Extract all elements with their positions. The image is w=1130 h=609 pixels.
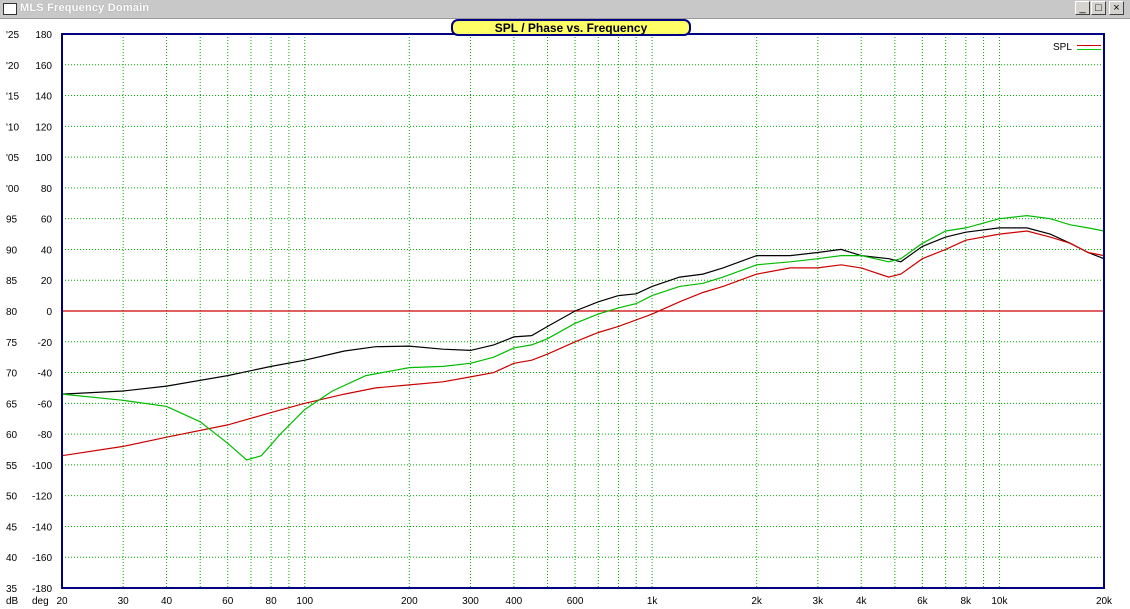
- left-axis-tick-label: 70: [6, 369, 18, 380]
- x-axis-tick-label: 3k: [813, 596, 825, 607]
- maximize-button[interactable]: □: [1091, 1, 1106, 15]
- legend-entry-spl: SPL: [1053, 42, 1072, 53]
- spl-phase-chart: '25 '20 '15 '10 '05 '00 95 90 85 80 75 70 65 60 55 50 45…: [6, 30, 1113, 607]
- x-axis-tick-label: 4k: [856, 596, 868, 607]
- left-axis-tick-label: 80: [6, 307, 18, 318]
- right-axis-tick-label: -80: [38, 430, 53, 441]
- right-axis-tick-label: 60: [41, 215, 53, 226]
- left-axis-ticks: '25 '20 '15 '10 '05 '00 95 90 85 80 75 70 65 60 55 50 45…: [6, 30, 19, 595]
- chart-series: [61, 214, 1105, 461]
- x-axis-tick-label: 10k: [991, 596, 1008, 607]
- left-axis-tick-label: 45: [6, 522, 18, 533]
- legend-swatch-green: [1077, 49, 1101, 50]
- x-axis-tick-label: 1k: [647, 596, 659, 607]
- right-axis-tick-label: 120: [35, 122, 52, 133]
- right-axis-tick-label: -160: [32, 553, 52, 564]
- x-axis-tick-label: 80: [266, 596, 278, 607]
- right-axis-tick-label: -140: [32, 522, 52, 533]
- right-axis-tick-label: 160: [35, 61, 52, 72]
- series-line-2: [61, 214, 1105, 461]
- x-axis-ticks: 20 30 40 60 80 100 200 300 400 600 1k 2k 3k 4k 6k 8k 10k…: [56, 596, 1113, 607]
- left-axis-label: dB: [6, 596, 19, 607]
- left-axis-tick-label: '15: [6, 92, 19, 103]
- right-axis-tick-label: 100: [35, 153, 52, 164]
- x-axis-tick-label: 20k: [1096, 596, 1113, 607]
- x-axis-tick-label: 8k: [961, 596, 973, 607]
- left-axis-tick-label: '10: [6, 122, 19, 133]
- left-axis-tick-label: 50: [6, 492, 18, 503]
- right-axis-label: deg: [32, 596, 49, 607]
- x-axis-tick-label: 200: [401, 596, 418, 607]
- right-axis-tick-label: -120: [32, 492, 52, 503]
- x-axis-tick-label: 30: [118, 596, 130, 607]
- left-axis-tick-label: 55: [6, 461, 18, 472]
- series-line-1: [61, 230, 1105, 457]
- close-button[interactable]: ×: [1109, 1, 1124, 15]
- right-axis-tick-label: 180: [35, 30, 52, 41]
- window-titlebar: MLS Frequency Domain _ □ ×: [0, 0, 1130, 19]
- left-axis-tick-label: 85: [6, 276, 18, 287]
- right-axis-tick-label: -20: [38, 338, 53, 349]
- right-axis-tick-label: -100: [32, 461, 52, 472]
- right-axis-tick-label: 20: [41, 276, 53, 287]
- left-axis-tick-label: 60: [6, 430, 18, 441]
- left-axis-tick-label: 65: [6, 399, 18, 410]
- left-axis-tick-label: 90: [6, 245, 18, 256]
- right-axis-ticks: 180 160 140 120 100 80 60 40 20 0 -20 -40 -60 -80 -100…: [32, 30, 52, 595]
- x-axis-tick-label: 300: [462, 596, 479, 607]
- app-icon: [3, 3, 17, 15]
- x-axis-tick-label: 2k: [751, 596, 763, 607]
- legend-swatch-red: [1077, 45, 1101, 46]
- left-axis-tick-label: 75: [6, 338, 18, 349]
- left-axis-tick-label: '05: [6, 153, 19, 164]
- window-title: MLS Frequency Domain: [20, 2, 150, 14]
- right-axis-tick-label: 40: [41, 245, 53, 256]
- x-axis-tick-label: 60: [222, 596, 234, 607]
- right-axis-tick-label: -40: [38, 369, 53, 380]
- x-axis-tick-label: 6k: [917, 596, 929, 607]
- right-axis-tick-label: 140: [35, 92, 52, 103]
- minimize-button[interactable]: _: [1075, 1, 1090, 15]
- x-axis-tick-label: 400: [506, 596, 523, 607]
- left-axis-tick-label: '00: [6, 184, 19, 195]
- x-axis-tick-label: 20: [56, 596, 68, 607]
- left-axis-tick-label: 40: [6, 553, 18, 564]
- left-axis-tick-label: '20: [6, 61, 19, 72]
- left-axis-tick-label: 95: [6, 215, 18, 226]
- right-axis-tick-label: -60: [38, 399, 53, 410]
- left-axis-tick-label: 35: [6, 584, 18, 595]
- left-axis-tick-label: '25: [6, 30, 19, 41]
- chart-title: SPL / Phase vs. Frequency: [451, 19, 691, 36]
- right-axis-tick-label: 0: [46, 307, 52, 318]
- right-axis-tick-label: 80: [41, 184, 53, 195]
- right-axis-tick-label: -180: [32, 584, 52, 595]
- x-axis-tick-label: 600: [567, 596, 584, 607]
- x-axis-tick-label: 100: [296, 596, 313, 607]
- x-axis-tick-label: 40: [161, 596, 173, 607]
